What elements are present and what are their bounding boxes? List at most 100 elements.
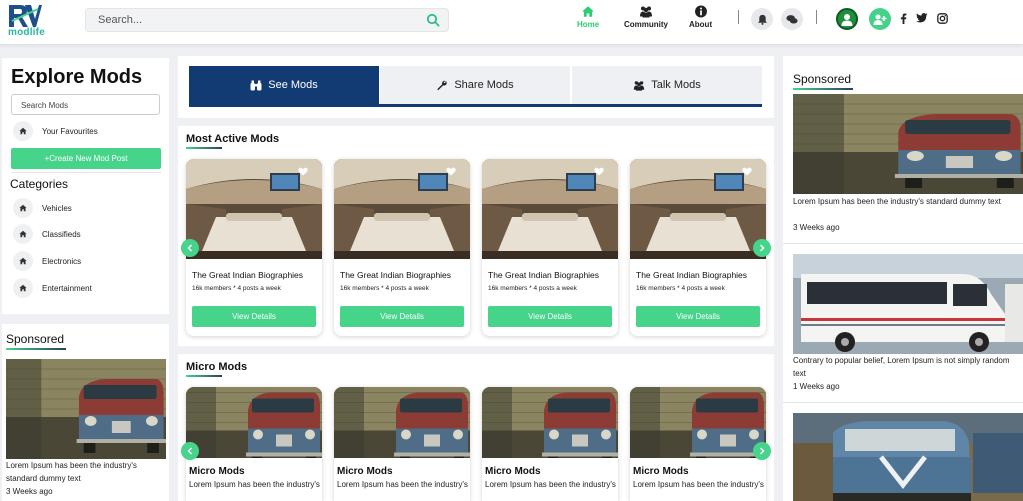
mod-card[interactable]: The Great Indian Biographies 16k members…	[482, 159, 618, 336]
category-electronics[interactable]: Electronics	[13, 251, 81, 271]
mod-title: The Great Indian Biographies	[488, 270, 600, 280]
rv-logo-icon	[9, 5, 42, 27]
mod-meta: 16k members * 4 posts a week	[192, 285, 281, 292]
title-underline	[6, 348, 66, 350]
sponsored-image[interactable]	[6, 359, 166, 459]
chevron-right-icon	[759, 447, 765, 455]
user-avatar-icon	[841, 14, 853, 26]
search-input[interactable]	[86, 9, 406, 31]
nav-about-label: About	[689, 20, 713, 29]
home-icon	[13, 278, 33, 298]
section-title: Most Active Mods	[186, 133, 280, 145]
micro-mod-title: Micro Mods	[337, 466, 393, 477]
community-icon	[640, 6, 652, 18]
add-user-icon	[873, 14, 887, 25]
carousel-prev-button[interactable]	[181, 239, 199, 257]
avatar[interactable]	[836, 8, 858, 30]
favourites-label: Your Favourites	[42, 126, 98, 136]
sponsored-image-white-van[interactable]	[793, 254, 1023, 354]
sponsored-title: Sponsored	[793, 72, 852, 86]
chevron-left-icon	[187, 244, 193, 252]
micro-mod-title: Micro Mods	[633, 466, 689, 477]
sponsored-image[interactable]	[793, 94, 1023, 194]
title-underline	[793, 88, 853, 90]
tab-label: Talk Mods	[651, 79, 701, 91]
mods-search	[11, 94, 160, 115]
view-details-button[interactable]: View Details	[340, 306, 464, 327]
divider	[783, 402, 1023, 403]
view-details-button[interactable]: View Details	[192, 306, 316, 327]
notifications-button[interactable]	[751, 8, 773, 30]
chat-icon	[786, 14, 798, 24]
instagram-icon[interactable]	[937, 13, 948, 27]
most-active-section: Most Active Mods The Great Indian Biogra…	[178, 126, 774, 346]
messages-button[interactable]	[781, 8, 803, 30]
sponsored-time: 3 Weeks ago	[793, 223, 840, 232]
tab-share-mods[interactable]: Share Mods	[380, 66, 570, 104]
carousel-next-button[interactable]	[753, 442, 771, 460]
create-mod-post-button[interactable]: +Create New Mod Post	[11, 148, 161, 169]
chevron-right-icon	[759, 244, 765, 252]
heart-icon[interactable]	[298, 167, 308, 176]
sponsored-image-blue-van[interactable]	[793, 413, 1023, 501]
tab-talk-mods[interactable]: Talk Mods	[572, 66, 762, 104]
home-icon	[13, 121, 33, 141]
mod-card[interactable]: The Great Indian Biographies 16k members…	[630, 159, 766, 336]
micro-mod-card[interactable]: Micro Mods Lorem Ipsum has been the indu…	[186, 387, 322, 501]
users-icon	[634, 80, 645, 91]
category-entertainment[interactable]: Entertainment	[13, 278, 92, 298]
left-sponsored-panel: Sponsored Lorem Ipsum has been the indus…	[2, 324, 169, 501]
favourites-link[interactable]: Your Favourites	[13, 121, 98, 141]
micro-mods-section: Micro Mods Micro Mods Lorem Ipsum has be…	[178, 354, 774, 501]
section-title: Micro Mods	[186, 361, 248, 373]
nav-community-label: Community	[624, 20, 668, 29]
category-classifieds[interactable]: Classifieds	[13, 224, 81, 244]
view-details-button[interactable]: View Details	[636, 306, 760, 327]
micro-mod-title: Micro Mods	[485, 466, 541, 477]
heart-icon[interactable]	[594, 167, 604, 176]
nav-community[interactable]: Community	[624, 5, 668, 29]
add-user-button[interactable]	[869, 8, 891, 30]
info-icon	[694, 5, 707, 18]
sponsored-title: Sponsored	[6, 332, 65, 346]
header-divider	[816, 10, 817, 24]
mod-card[interactable]: The Great Indian Biographies 16k members…	[334, 159, 470, 336]
micro-mod-card[interactable]: Micro Mods Lorem Ipsum has been the indu…	[482, 387, 618, 501]
explore-panel: Explore Mods Your Favourites +Create New…	[2, 58, 169, 314]
nav-about[interactable]: About	[689, 5, 712, 29]
mod-title: The Great Indian Biographies	[340, 270, 452, 280]
mod-image	[334, 159, 470, 259]
twitter-icon[interactable]	[916, 13, 928, 26]
micro-mod-text: Lorem Ipsum has been the industry's	[485, 480, 616, 489]
search-mods-input[interactable]	[12, 96, 159, 115]
sponsored-text: Contrary to popular belief, Lorem Ipsum …	[793, 356, 1010, 378]
category-vehicles[interactable]: Vehicles	[13, 198, 72, 218]
tab-label: See Mods	[268, 79, 318, 91]
mod-title: The Great Indian Biographies	[636, 270, 748, 280]
micro-mod-card[interactable]: Micro Mods Lorem Ipsum has been the indu…	[630, 387, 766, 501]
divider	[783, 243, 1023, 244]
category-label: Classifieds	[42, 229, 81, 239]
micro-mod-image	[186, 387, 322, 458]
top-header: modlife Home Community About	[0, 0, 1023, 45]
carousel-next-button[interactable]	[753, 239, 771, 257]
view-details-button[interactable]: View Details	[488, 306, 612, 327]
mod-card[interactable]: The Great Indian Biographies 16k members…	[186, 159, 322, 336]
mod-image	[482, 159, 618, 259]
tab-see-mods[interactable]: See Mods	[189, 66, 379, 104]
heart-icon[interactable]	[446, 167, 456, 176]
carousel-prev-button[interactable]	[181, 442, 199, 460]
wrench-icon	[437, 80, 448, 90]
title-underline	[186, 147, 222, 149]
search-icon[interactable]	[426, 13, 440, 27]
micro-mod-text: Lorem Ipsum has been the industry's	[337, 480, 468, 489]
modlife-logo[interactable]: modlife	[8, 3, 54, 41]
categories-title: Categories	[10, 177, 69, 191]
micro-mod-image	[630, 387, 766, 458]
sponsored-time: 1 Weeks ago	[793, 382, 840, 391]
facebook-icon[interactable]	[900, 13, 907, 27]
heart-icon[interactable]	[742, 167, 752, 176]
category-label: Electronics	[42, 256, 82, 266]
nav-home[interactable]: Home	[577, 5, 599, 29]
micro-mod-card[interactable]: Micro Mods Lorem Ipsum has been the indu…	[334, 387, 470, 501]
